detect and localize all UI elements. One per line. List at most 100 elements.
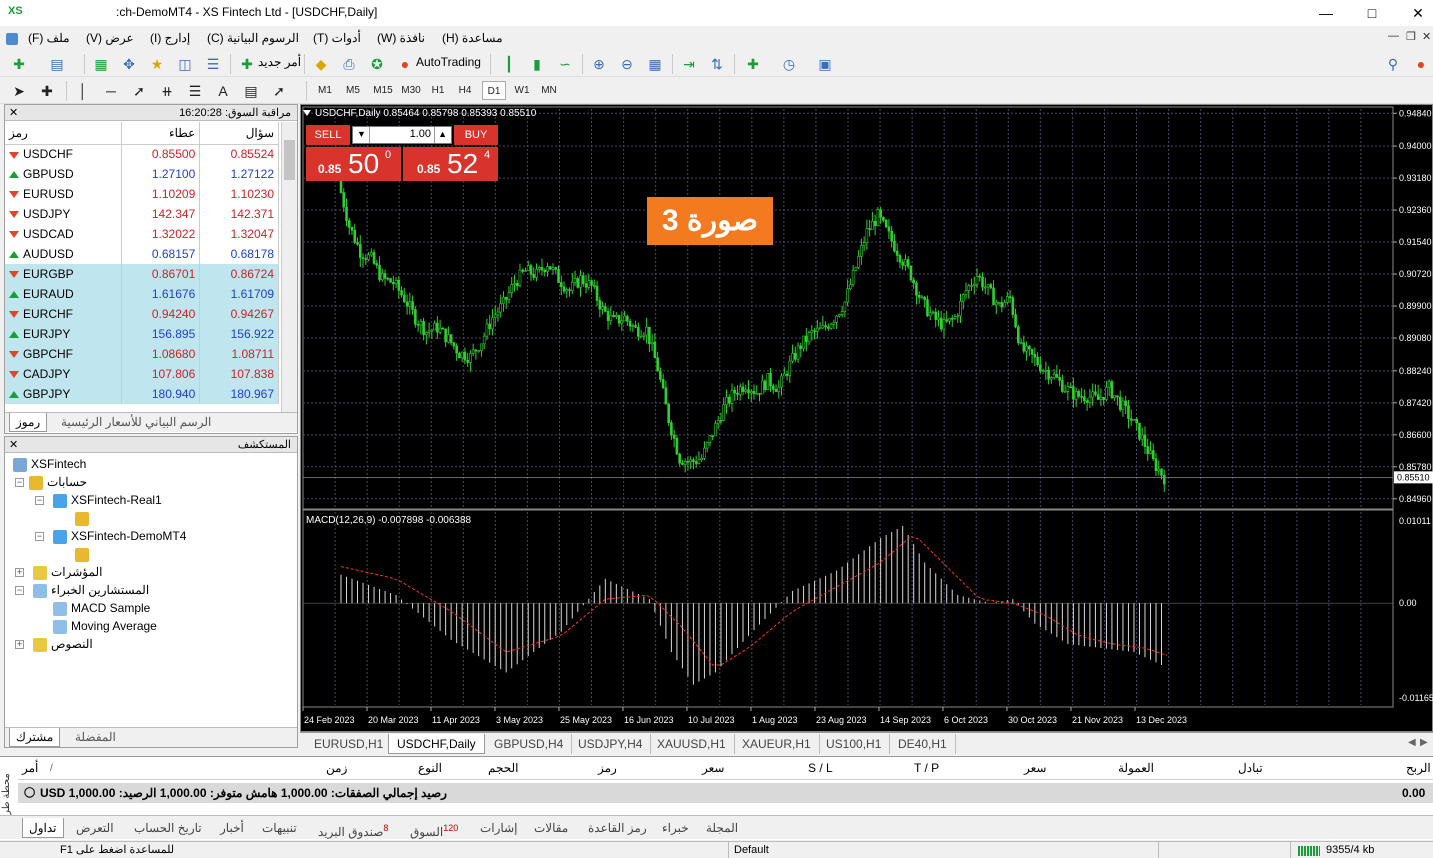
close-panel-icon[interactable]: ✕ bbox=[9, 105, 18, 121]
col-price-current[interactable]: سعر bbox=[1024, 761, 1046, 775]
chart-tab-xaueur[interactable]: XAUEUR,H1 bbox=[734, 734, 820, 754]
meta-editor-icon[interactable]: ◆ bbox=[310, 53, 332, 75]
col-volume[interactable]: الحجم bbox=[488, 761, 518, 775]
expand-icon[interactable]: + bbox=[15, 568, 24, 577]
menu-view[interactable]: عرض (V) bbox=[86, 31, 134, 45]
market-watch-row[interactable]: USDCHF 0.85500 0.85524 bbox=[5, 144, 279, 164]
market-watch-row[interactable]: USDCAD 1.32022 1.32047 bbox=[5, 224, 279, 244]
mdi-close-icon[interactable]: ✕ bbox=[1422, 30, 1431, 43]
search-icon[interactable]: ⚲ bbox=[1382, 53, 1404, 75]
trendline-icon[interactable]: ➚ bbox=[128, 80, 150, 102]
maximize-button[interactable]: □ bbox=[1349, 0, 1395, 26]
crosshair-icon[interactable]: ✚ bbox=[36, 80, 58, 102]
periods-icon[interactable]: ◷ bbox=[778, 53, 800, 75]
chart-tab-us100[interactable]: US100,H1 bbox=[818, 734, 891, 754]
tree-indicators[interactable]: المؤشرات bbox=[29, 563, 102, 581]
scroll-right-icon[interactable]: ▶ bbox=[1420, 737, 1428, 748]
tree-account-user[interactable] bbox=[75, 509, 93, 527]
signals-icon[interactable]: ✪ bbox=[366, 53, 388, 75]
chart-tab-xauusd[interactable]: XAUUSD,H1 bbox=[649, 734, 735, 754]
tile-windows-icon[interactable]: ▦ bbox=[644, 53, 666, 75]
symbol-header[interactable]: رمز bbox=[5, 122, 122, 145]
templates-icon[interactable]: ▣ bbox=[814, 53, 836, 75]
chart-window[interactable]: 0.94840 0.94000 0.93180 0.92360 0.91540 0.907… bbox=[300, 104, 1433, 732]
collapse-icon[interactable]: − bbox=[15, 478, 24, 487]
timeframe-h4[interactable]: H4 bbox=[453, 81, 477, 100]
col-profit[interactable]: الربح bbox=[1406, 761, 1431, 775]
buy-button[interactable]: BUY bbox=[454, 125, 498, 145]
tree-account-real[interactable]: XSFintech-Real1 bbox=[53, 491, 162, 509]
chart-tab-usdchf[interactable]: USDCHF,Daily bbox=[388, 734, 485, 754]
tree-expert-ma[interactable]: Moving Average bbox=[53, 617, 157, 635]
tree-experts[interactable]: المستشارين الخبراء bbox=[29, 581, 149, 599]
tree-expert-macd[interactable]: MACD Sample bbox=[53, 599, 150, 617]
market-watch-row[interactable]: EURUSD 1.10209 1.10230 bbox=[5, 184, 279, 204]
col-symbol[interactable]: رمز bbox=[598, 761, 617, 775]
lot-size-field[interactable]: ▼ 1.00 ▲ bbox=[352, 126, 452, 144]
tree-account-demo[interactable]: XSFintech-DemoMT4 bbox=[53, 527, 186, 545]
tree-root[interactable]: XSFintech bbox=[13, 455, 86, 473]
menu-tools[interactable]: أدوات (T) bbox=[313, 31, 361, 45]
close-panel-icon[interactable]: ✕ bbox=[9, 437, 18, 453]
col-price[interactable]: سعر bbox=[702, 761, 724, 775]
tab-mailbox[interactable]: 8صندوق البريد bbox=[318, 818, 388, 839]
text-icon[interactable]: A bbox=[212, 80, 234, 102]
tab-news[interactable]: أخبار bbox=[220, 818, 244, 838]
tab-market[interactable]: 120السوق bbox=[410, 818, 458, 839]
autotrading-icon[interactable]: ● bbox=[394, 53, 416, 75]
autotrading-button[interactable]: AutoTrading bbox=[416, 55, 481, 69]
menu-window[interactable]: نافذة (W) bbox=[377, 31, 425, 45]
market-watch-row[interactable]: EURJPY 156.895 156.922 bbox=[5, 324, 279, 344]
market-watch-row[interactable]: EURCHF 0.94240 0.94267 bbox=[5, 304, 279, 324]
arrows-icon[interactable]: ➚ bbox=[268, 80, 290, 102]
tab-code-base[interactable]: رمز القاعدة bbox=[588, 818, 647, 838]
tab-signals[interactable]: إشارات bbox=[480, 818, 517, 838]
col-order[interactable]: أمر bbox=[22, 761, 38, 775]
market-watch-scrollbar[interactable] bbox=[281, 122, 297, 412]
col-commission[interactable]: العمولة bbox=[1118, 761, 1154, 775]
auto-scroll-icon[interactable]: ⇅ bbox=[706, 53, 728, 75]
tab-favorites[interactable]: المفضلة bbox=[69, 728, 122, 747]
timeframe-d1[interactable]: D1 bbox=[482, 81, 506, 100]
tab-account-history[interactable]: تاريخ الحساب bbox=[134, 818, 202, 838]
new-order-icon[interactable]: ✚ bbox=[236, 53, 258, 75]
collapse-icon[interactable]: − bbox=[35, 532, 44, 541]
collapse-icon[interactable]: − bbox=[35, 496, 44, 505]
timeframe-mn[interactable]: MN bbox=[537, 81, 561, 100]
scroll-left-icon[interactable]: ◀ bbox=[1408, 737, 1416, 748]
market-watch-row[interactable]: GBPUSD 1.27100 1.27122 bbox=[5, 164, 279, 184]
timeframe-m30[interactable]: M30 bbox=[397, 81, 425, 100]
col-time[interactable]: زمن bbox=[326, 761, 347, 775]
menu-charts[interactable]: الرسوم البيانية (C) bbox=[207, 31, 299, 45]
tab-alerts[interactable]: تنبيهات bbox=[262, 818, 297, 838]
tab-exposure[interactable]: التعرض bbox=[76, 818, 114, 838]
cursor-icon[interactable]: ➤ bbox=[8, 80, 30, 102]
mdi-restore-icon[interactable]: ❐ bbox=[1406, 30, 1416, 43]
minimize-button[interactable]: — bbox=[1303, 0, 1349, 26]
timeframe-m1[interactable]: M1 bbox=[313, 81, 337, 100]
col-type[interactable]: النوع bbox=[418, 761, 442, 775]
chart-canvas[interactable]: 0.94840 0.94000 0.93180 0.92360 0.91540 0.907… bbox=[301, 105, 1433, 733]
print-icon[interactable]: ⎙ bbox=[338, 53, 360, 75]
balance-row[interactable]: ◯ رصيد إجمالي الصفقات: 1,000.00 هامش متو… bbox=[18, 783, 1433, 803]
vertical-line-icon[interactable]: │ bbox=[72, 80, 94, 102]
mdi-minimize-icon[interactable]: — bbox=[1388, 30, 1399, 42]
indicators-icon[interactable]: ✚ bbox=[742, 53, 764, 75]
horizontal-line-icon[interactable]: ─ bbox=[100, 80, 122, 102]
market-watch-row[interactable]: AUDUSD 0.68157 0.68178 bbox=[5, 244, 279, 264]
candlestick-icon[interactable]: ▮ bbox=[526, 53, 548, 75]
tree-scripts[interactable]: النصوص bbox=[29, 635, 93, 653]
chart-tab-gbpusd[interactable]: GBPUSD,H4 bbox=[486, 734, 573, 754]
bid-header[interactable]: عطاء bbox=[121, 122, 201, 145]
new-chart-icon[interactable]: ✚ bbox=[8, 53, 30, 75]
tab-tick-chart[interactable]: الرسم البياني للأسعار الرئيسية bbox=[55, 413, 217, 432]
market-watch-row[interactable]: GBPCHF 1.08680 1.08711 bbox=[5, 344, 279, 364]
tab-common[interactable]: مشترك bbox=[9, 728, 61, 747]
tab-symbols[interactable]: رموز bbox=[9, 413, 48, 432]
menu-insert[interactable]: إدارج (I) bbox=[150, 31, 190, 45]
strategy-tester-icon[interactable]: ☰ bbox=[202, 53, 224, 75]
lot-increase-icon[interactable]: ▲ bbox=[438, 129, 447, 139]
data-window-icon[interactable]: ✥ bbox=[118, 53, 140, 75]
line-chart-icon[interactable]: ∽ bbox=[554, 53, 576, 75]
market-watch-row[interactable]: CADJPY 107.806 107.838 bbox=[5, 364, 279, 384]
